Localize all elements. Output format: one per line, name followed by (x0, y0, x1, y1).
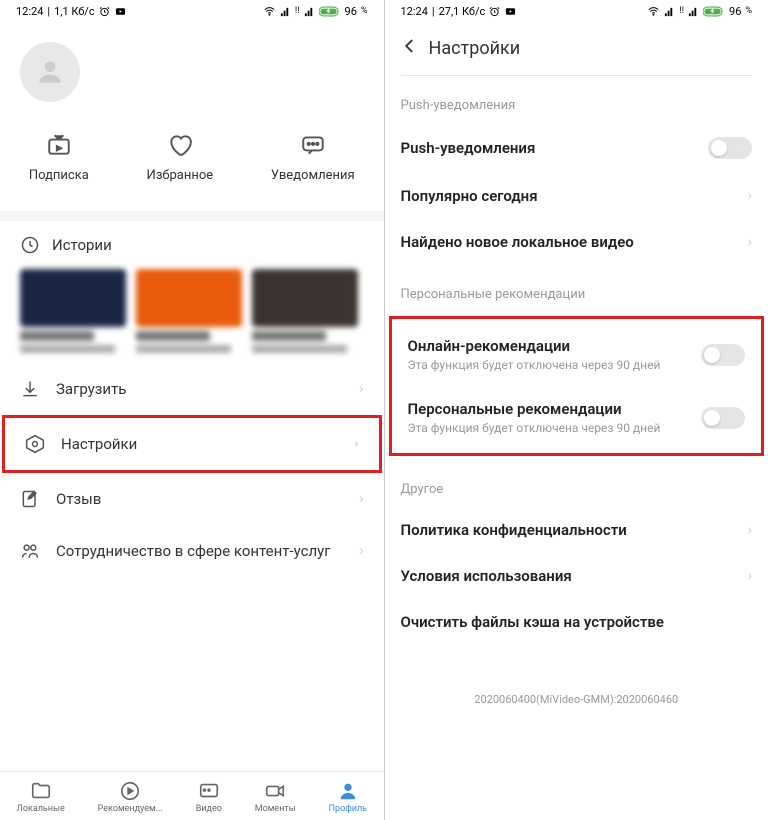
collab-menu-item[interactable]: Сотрудничество в сфере контент-услуг › (0, 525, 384, 577)
version-label: 2020060400(MiVideo-GMM):2020060460 (385, 685, 768, 714)
section-other: Другое (385, 460, 768, 507)
favorites-button[interactable]: Избранное (147, 132, 214, 183)
wifi-icon (263, 6, 276, 17)
people-icon (20, 541, 40, 561)
notifications-button[interactable]: Уведомления (271, 132, 355, 183)
nav-recommend[interactable]: Рекомендуем... (98, 780, 163, 814)
push-row[interactable]: Push-уведомления (385, 123, 768, 173)
status-bar: 12:24 | 27,1 Кб/с !! 96% (385, 0, 768, 22)
chevron-right-icon: › (748, 234, 752, 250)
youtube-icon (504, 6, 517, 17)
battery-icon (703, 6, 725, 17)
feedback-menu-item[interactable]: Отзыв › (0, 473, 384, 525)
push-toggle[interactable] (708, 137, 752, 159)
clear-cache-row[interactable]: Очистить файлы кэша на устройстве (385, 599, 768, 645)
new-local-video-row[interactable]: Найдено новое локальное видео › (385, 219, 768, 265)
alarm-icon (99, 6, 110, 17)
profile-screen: 12:24 | 1,1 Кб/с !! 96% Подписка Избранн… (0, 0, 384, 820)
history-item[interactable] (20, 269, 126, 353)
tv-icon (198, 780, 220, 802)
alarm-icon (489, 6, 500, 17)
nav-local[interactable]: Локальные (16, 780, 64, 814)
feedback-icon (20, 489, 40, 509)
section-rec: Персональные рекомендации (385, 265, 768, 312)
settings-icon (25, 434, 45, 454)
play-circle-icon (119, 780, 141, 802)
status-bar: 12:24 | 1,1 Кб/с !! 96% (0, 0, 384, 22)
chevron-right-icon: › (359, 381, 363, 397)
signal-icon (304, 6, 315, 17)
wifi-icon (647, 6, 660, 17)
status-battery: 96 (345, 5, 357, 18)
chevron-right-icon: › (748, 188, 752, 204)
nav-video[interactable]: Видео (196, 780, 222, 814)
message-icon (300, 132, 326, 158)
chevron-right-icon: › (748, 522, 752, 538)
signal-icon (664, 6, 675, 17)
page-title: Настройки (429, 38, 521, 59)
online-rec-toggle[interactable] (701, 344, 745, 366)
personal-rec-toggle[interactable] (701, 407, 745, 429)
person-icon (337, 780, 359, 802)
signal-icon (280, 6, 291, 17)
chevron-right-icon: › (359, 491, 363, 507)
chevron-right-icon: › (748, 568, 752, 584)
tv-icon (46, 132, 72, 158)
youtube-icon (114, 6, 127, 17)
online-rec-row[interactable]: Онлайн-рекомендации Эта функция будет от… (392, 323, 762, 386)
popular-row[interactable]: Популярно сегодня › (385, 173, 768, 219)
subscription-button[interactable]: Подписка (29, 132, 89, 183)
history-item[interactable] (252, 269, 358, 353)
histories-thumbnails (0, 269, 384, 363)
clock-icon (20, 235, 40, 255)
download-menu-item[interactable]: Загрузить › (0, 363, 384, 415)
profile-header (0, 22, 384, 122)
folder-icon (30, 780, 52, 802)
avatar[interactable] (20, 42, 80, 102)
privacy-row[interactable]: Политика конфиденциальности › (385, 507, 768, 553)
section-push: Push-уведомления (385, 76, 768, 123)
status-time: 12:24 (16, 5, 43, 18)
signal-icon (688, 6, 699, 17)
back-button[interactable] (401, 36, 419, 61)
status-speed: 1,1 Кб/с (54, 5, 95, 18)
personal-rec-row[interactable]: Персональные рекомендации Эта функция бу… (392, 386, 762, 449)
nav-profile[interactable]: Профиль (329, 780, 367, 814)
terms-row[interactable]: Условия использования › (385, 553, 768, 599)
histories-header[interactable]: Истории (0, 221, 384, 269)
download-icon (20, 379, 40, 399)
heart-icon (167, 132, 193, 158)
settings-screen: 12:24 | 27,1 Кб/с !! 96% Настройки Push-… (385, 0, 768, 820)
history-item[interactable] (136, 269, 242, 353)
camera-icon (264, 780, 286, 802)
chevron-right-icon: › (354, 436, 358, 452)
settings-menu-item[interactable]: Настройки › (5, 418, 379, 470)
chevron-right-icon: › (359, 543, 363, 559)
battery-icon (319, 6, 341, 17)
bottom-nav: Локальные Рекомендуем... Видео Моменты П… (0, 771, 384, 820)
nav-moments[interactable]: Моменты (255, 780, 296, 814)
chevron-left-icon (401, 37, 419, 55)
